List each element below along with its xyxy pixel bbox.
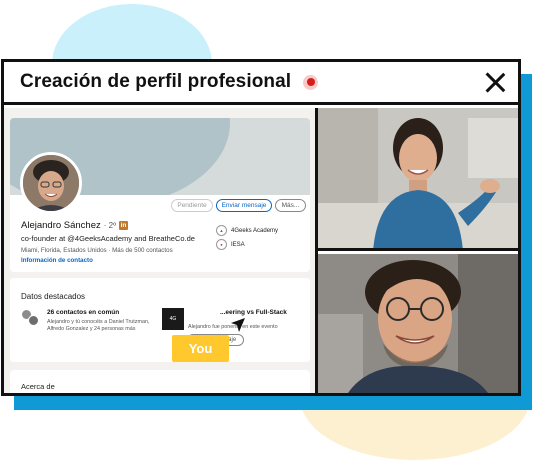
about-card: Acerca de — [10, 370, 310, 393]
linkedin-icon: in — [119, 221, 129, 230]
pending-button[interactable]: Pendiente — [171, 199, 213, 212]
highlights-card: Datos destacados 26 contactos en común A… — [10, 278, 310, 362]
window-title: Creación de perfil profesional — [20, 71, 292, 92]
you-cursor-tag: You — [172, 335, 229, 362]
send-message-button[interactable]: Enviar mensaje — [216, 199, 272, 212]
profile-name: Alejandro Sánchez — [21, 220, 101, 231]
mutual-contacts-link[interactable]: 26 contactos en común — [47, 309, 119, 316]
education-name: 4Geeks Academy — [231, 227, 279, 234]
pointer-cursor-icon — [231, 318, 245, 332]
mutual-contacts-detail: Alejandro y tú conocéis a Daniel Trutzma… — [47, 319, 150, 333]
title-bar: Creación de perfil profesional — [4, 62, 518, 105]
contact-info-link[interactable]: Información de contacto — [21, 257, 93, 264]
about-title: Acerca de — [21, 382, 55, 391]
stage: Creación de perfil profesional Pendiente… — [0, 0, 547, 463]
avatar — [28, 315, 39, 326]
profile-name-row: Alejandro Sánchez · 2º in — [21, 220, 129, 231]
profile-card: Pendiente Enviar mensaje Más... Alejandr… — [10, 118, 310, 272]
school-logo-icon: ● — [216, 239, 227, 250]
video-woman-icon — [318, 108, 518, 248]
profile-location: Miami, Florida, Estados Unidos · Más de … — [21, 247, 173, 254]
highlights-title: Datos destacados — [21, 292, 86, 301]
video-participants — [315, 108, 518, 393]
recording-icon — [303, 74, 319, 90]
mutual-avatars — [21, 309, 41, 327]
avatar[interactable] — [20, 152, 82, 214]
participant-video-man[interactable] — [318, 254, 518, 393]
event-thumbnail-icon: 4G — [162, 308, 184, 330]
avatar-face-icon — [23, 155, 79, 211]
education-name: IESA — [231, 241, 245, 248]
participant-video-woman[interactable] — [318, 108, 518, 251]
profile-headline: co-founder at @4GeeksAcademy and Breathe… — [21, 234, 195, 243]
education-item[interactable]: ▲ 4Geeks Academy — [216, 225, 278, 236]
school-logo-icon: ▲ — [216, 225, 227, 236]
shared-screen-profile: Pendiente Enviar mensaje Más... Alejandr… — [4, 108, 315, 393]
video-call-window: Creación de perfil profesional Pendiente… — [1, 59, 521, 396]
connection-degree: · 2º — [103, 221, 117, 230]
event-title[interactable]: ...eering vs Full-Stack — [220, 309, 287, 316]
education-item[interactable]: ● IESA — [216, 239, 245, 250]
close-icon[interactable] — [484, 71, 506, 93]
more-button[interactable]: Más... — [275, 199, 306, 212]
video-man-icon — [318, 254, 518, 393]
